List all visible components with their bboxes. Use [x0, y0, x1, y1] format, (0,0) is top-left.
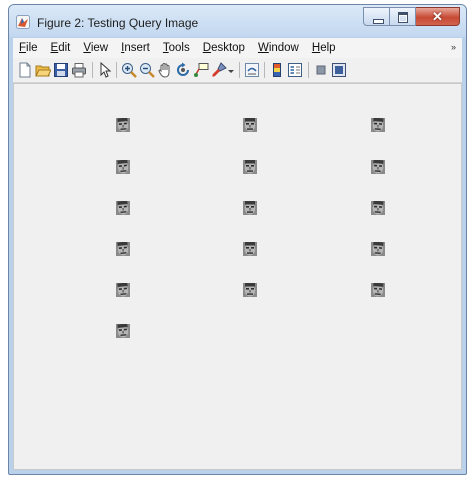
face-thumbnail	[371, 241, 385, 256]
legend-icon[interactable]	[287, 62, 303, 78]
menu-desktop[interactable]: Desktop	[197, 42, 252, 54]
zoom-in-icon[interactable]	[121, 62, 137, 78]
face-thumbnail	[371, 117, 385, 132]
face-thumbnail	[371, 282, 385, 297]
figure-toolbar	[13, 58, 462, 83]
maximize-button[interactable]	[390, 7, 416, 26]
toolbar-separator	[116, 62, 117, 78]
menu-window[interactable]: Window	[252, 42, 306, 54]
brush-icon[interactable]	[211, 62, 227, 78]
data-cursor-icon[interactable]	[193, 62, 209, 78]
face-thumbnail	[371, 159, 385, 174]
face-thumbnail	[243, 283, 257, 297]
toolbar-separator	[92, 62, 93, 78]
menu-overflow-icon[interactable]: »	[451, 42, 456, 52]
figure-canvas[interactable]	[13, 83, 462, 470]
menu-edit[interactable]: Edit	[45, 42, 78, 54]
menu-tools[interactable]: Tools	[157, 42, 197, 54]
face-thumbnail	[116, 159, 130, 174]
face-thumbnail	[243, 201, 257, 215]
window-title: Figure 2: Testing Query Image	[37, 16, 199, 30]
show-plot-tools-icon[interactable]	[331, 62, 347, 78]
rotate-3d-icon[interactable]	[175, 62, 191, 78]
edit-plot-arrow-icon[interactable]	[97, 62, 113, 78]
toolbar-separator	[239, 62, 240, 78]
menu-insert[interactable]: Insert	[115, 42, 157, 54]
face-thumbnail	[116, 200, 130, 215]
pan-hand-icon[interactable]	[157, 62, 173, 78]
menu-bar: File Edit View Insert Tools Desktop Window Help…	[13, 38, 462, 58]
new-figure-icon[interactable]	[17, 62, 33, 78]
figure-window: Figure 2: Testing Query Image ✕ File Edit…	[8, 4, 467, 475]
open-file-icon[interactable]	[35, 62, 51, 78]
colorbar-icon[interactable]	[269, 62, 285, 78]
matlab-figure-icon	[16, 15, 30, 29]
menu-help[interactable]: Help	[306, 42, 343, 54]
title-bar[interactable]: Figure 2: Testing Query Image ✕	[9, 5, 466, 37]
link-plot-icon[interactable]	[244, 62, 260, 78]
close-icon: ✕	[432, 9, 443, 24]
print-icon[interactable]	[71, 62, 87, 78]
menu-file[interactable]: File	[13, 42, 45, 54]
toolbar-separator	[264, 62, 265, 78]
face-thumbnail	[116, 241, 130, 256]
face-thumbnail	[116, 282, 130, 297]
brush-dropdown-icon[interactable]	[227, 62, 235, 78]
face-thumbnail	[116, 117, 130, 132]
face-thumbnail	[116, 323, 130, 338]
close-button[interactable]: ✕	[416, 7, 460, 26]
face-thumbnail	[243, 242, 257, 256]
face-thumbnail	[243, 160, 257, 174]
minimize-button[interactable]	[363, 7, 390, 26]
save-icon[interactable]	[53, 62, 69, 78]
menu-view[interactable]: View	[77, 42, 115, 54]
face-thumbnail	[243, 118, 257, 132]
zoom-out-icon[interactable]	[139, 62, 155, 78]
caption-buttons: ✕	[363, 7, 460, 27]
toolbar-separator	[308, 62, 309, 78]
face-thumbnail	[371, 200, 385, 215]
hide-plot-tools-icon[interactable]	[313, 62, 329, 78]
